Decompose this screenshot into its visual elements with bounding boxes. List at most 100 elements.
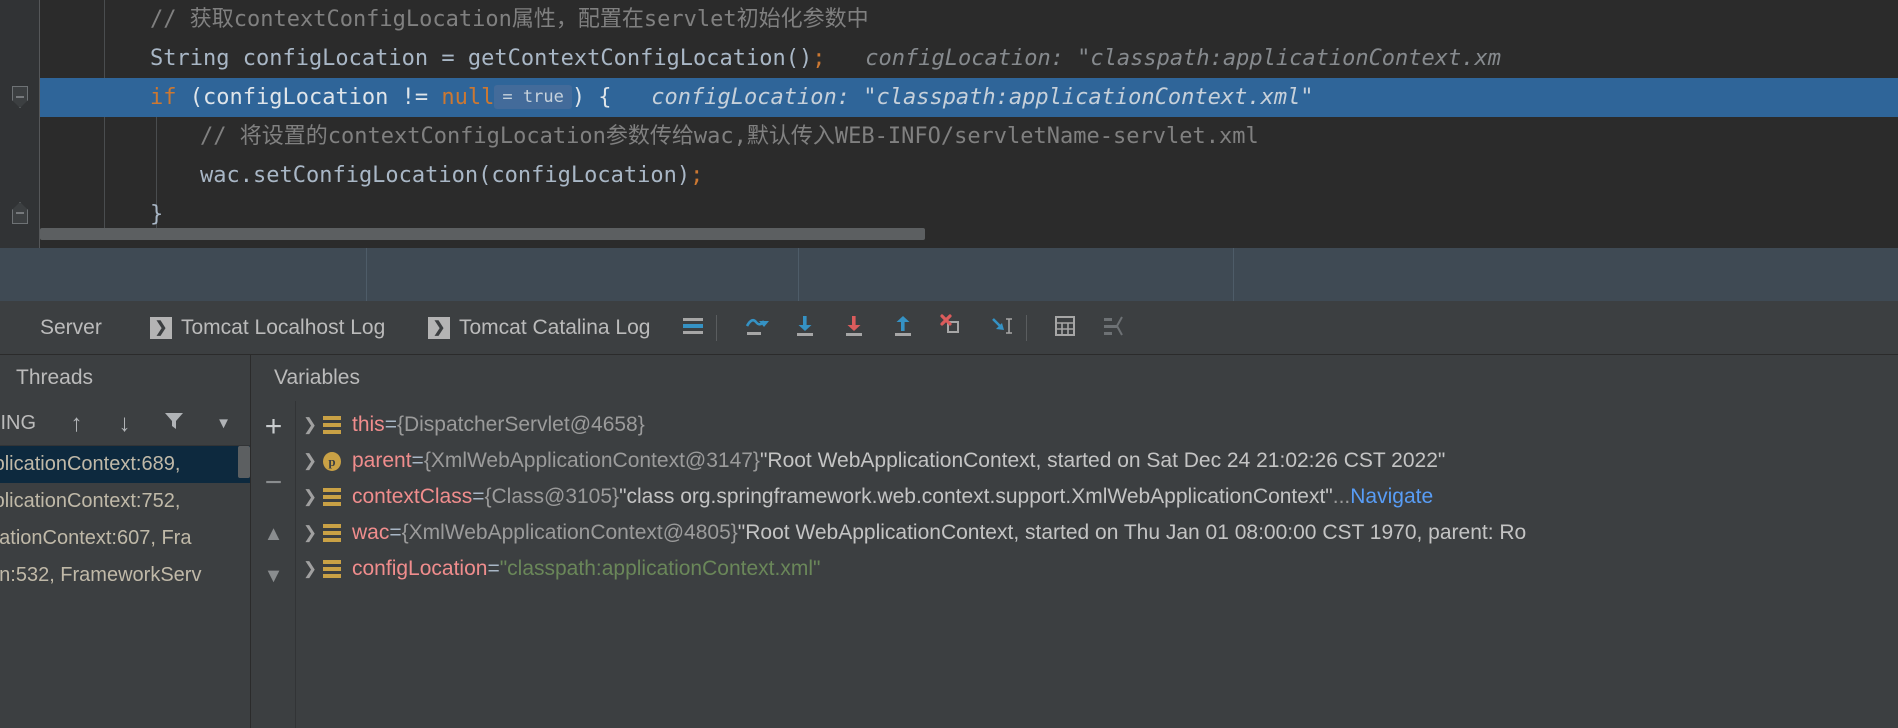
step-out-button[interactable] <box>886 311 920 345</box>
step-over-icon <box>743 313 769 344</box>
chevron-right-icon[interactable]: ❯ <box>297 451 323 471</box>
code-line-text: } <box>40 202 163 227</box>
variable-name: configLocation <box>352 557 488 580</box>
threads-panel-title: Threads <box>16 366 94 389</box>
code-line[interactable]: // 获取contextConfigLocation属性，配置在servlet初… <box>40 0 1898 39</box>
options-icon: ▼ <box>216 415 231 432</box>
idea-debugger-window: // 获取contextConfigLocation属性，配置在servlet初… <box>0 0 1898 728</box>
threads-vscrollbar-thumb[interactable] <box>238 446 250 478</box>
variable-equals: = <box>384 413 397 436</box>
code-token: configLocation: "classpath:applicationCo… <box>825 46 1502 71</box>
step-out-icon <box>890 313 916 344</box>
toolbar-separator <box>716 315 717 341</box>
step-over-button[interactable] <box>739 311 773 345</box>
frame-list[interactable]: bApplicationContext:689, bApplicationCon… <box>0 446 250 728</box>
chevron-right-icon[interactable]: ❯ <box>297 487 323 507</box>
editor-hscrollbar-thumb[interactable] <box>40 228 925 240</box>
field-icon <box>323 487 341 507</box>
code-token: ) { <box>571 85 612 110</box>
code-line[interactable]: wac.setConfigLocation(configLocation); <box>40 156 1898 195</box>
drop-frame-icon <box>939 313 965 344</box>
scroll-down-button[interactable]: ▼ <box>256 559 291 594</box>
move-down-button[interactable]: ↓ <box>108 407 141 440</box>
move-down-icon: ↓ <box>118 409 131 437</box>
move-up-button[interactable]: ↑ <box>60 407 93 440</box>
toolbar-separator <box>1026 315 1027 341</box>
threads-toolbar: NING ↑ ↓ ▼ <box>0 401 250 446</box>
variable-type: {Class@3105} <box>484 485 620 508</box>
code-token: // 获取contextConfigLocation属性，配置在servlet初… <box>150 7 869 32</box>
variable-value: "Root WebApplicationContext, started on … <box>759 449 1446 472</box>
code-token: (configLocation != <box>176 85 442 110</box>
chevron-right-icon[interactable]: ❯ <box>297 559 323 579</box>
code-line[interactable]: // 将设置的contextConfigLocation参数传给wac,默认传入… <box>40 117 1898 156</box>
inline-debug-value: = true <box>494 85 572 109</box>
show-execution-point-icon <box>1101 313 1127 344</box>
panel-headers: Threads Variables <box>0 355 1898 401</box>
debug-tab-tomcat-localhost-log[interactable]: ❯ Tomcat Localhost Log <box>150 301 385 355</box>
code-line-text: // 获取contextConfigLocation属性，配置在servlet初… <box>40 7 869 32</box>
variable-name: contextClass <box>352 485 473 508</box>
variable-name: parent <box>352 449 412 472</box>
field-icon <box>323 415 341 435</box>
force-step-into-button[interactable] <box>837 311 871 345</box>
parameter-icon: p <box>323 451 341 471</box>
editor-breadcrumb-strip <box>0 248 1898 301</box>
variable-value: "Root WebApplicationContext, started on … <box>737 521 1527 544</box>
navigate-link[interactable]: Navigate <box>1350 485 1433 509</box>
console-button[interactable] <box>676 311 710 345</box>
run-arrow-icon: ❯ <box>150 317 172 339</box>
variables-panel: + − ▲ ▼ ❯ this = {DispatcherServlet@4658} ❯ p p… <box>251 401 1898 728</box>
code-line[interactable]: String configLocation = getContextConfig… <box>40 39 1898 78</box>
step-into-icon <box>792 313 818 344</box>
code-line-text: wac.setConfigLocation(configLocation); <box>40 163 703 188</box>
debug-toolwindow-header: Server ❯ Tomcat Localhost Log ❯ Tomcat Catal… <box>0 301 1898 355</box>
variable-type: {DispatcherServlet@4658} <box>396 413 645 436</box>
run-to-cursor-button[interactable] <box>984 311 1018 345</box>
filter-button[interactable] <box>157 407 190 440</box>
variable-row[interactable]: ❯ contextClass = {Class@3105} "class org.… <box>297 479 1898 515</box>
frame-label: bApplicationContext:752, <box>0 490 181 512</box>
field-icon <box>323 559 341 579</box>
variable-name: wac <box>352 521 390 544</box>
code-token: ; <box>690 163 704 188</box>
options-button[interactable]: ▼ <box>207 407 240 440</box>
debug-tab-server[interactable]: Server <box>40 301 102 355</box>
code-line[interactable]: if (configLocation != null = true) { conf… <box>40 78 1898 117</box>
variable-row[interactable]: ❯ configLocation = "classpath:application… <box>297 551 1898 587</box>
code-line-text: String configLocation = getContextConfig… <box>40 46 1501 71</box>
debug-tab-label: Server <box>40 316 102 339</box>
editor-hscrollbar[interactable] <box>40 228 1898 240</box>
variable-ellipsis: ... <box>1332 485 1351 508</box>
run-arrow-icon: ❯ <box>428 317 450 339</box>
variable-row[interactable]: ❯ wac = {XmlWebApplicationContext@4805} "… <box>297 515 1898 551</box>
step-into-button[interactable] <box>788 311 822 345</box>
variable-value: "classpath:applicationContext.xml" <box>499 557 821 580</box>
code-token: ; <box>812 46 826 71</box>
drop-frame-button[interactable] <box>935 311 969 345</box>
strip-divider <box>798 248 799 301</box>
remove-watch-button[interactable]: − <box>256 465 291 500</box>
frame-list-item[interactable]: pplicationContext:607, Fra <box>0 520 250 557</box>
variable-equals: = <box>472 485 485 508</box>
code-token: wac.setConfigLocation(configLocation) <box>200 163 691 188</box>
add-watch-button[interactable]: + <box>256 409 291 444</box>
show-execution-point-button[interactable] <box>1097 311 1131 345</box>
evaluate-expression-icon <box>1052 313 1078 344</box>
variables-panel-title: Variables <box>274 366 360 389</box>
evaluate-expression-button[interactable] <box>1048 311 1082 345</box>
debug-tab-tomcat-catalina-log[interactable]: ❯ Tomcat Catalina Log <box>428 301 650 355</box>
code-editor: // 获取contextConfigLocation属性，配置在servlet初… <box>0 0 1898 248</box>
variable-row[interactable]: ❯ this = {DispatcherServlet@4658} <box>297 407 1898 443</box>
frame-list-item[interactable]: tBean:532, FrameworkServ <box>0 557 250 594</box>
code-line-text: // 将设置的contextConfigLocation参数传给wac,默认传入… <box>40 124 1259 149</box>
console-icon <box>680 313 706 344</box>
code-token: String configLocation = getContextConfig… <box>150 46 813 71</box>
scroll-up-button[interactable]: ▲ <box>256 517 291 552</box>
chevron-right-icon[interactable]: ❯ <box>297 415 323 435</box>
chevron-right-icon[interactable]: ❯ <box>297 523 323 543</box>
frame-list-item[interactable]: bApplicationContext:752, <box>0 483 250 520</box>
scroll-up-icon: ▲ <box>263 523 284 545</box>
variable-row[interactable]: ❯ p parent = {XmlWebApplicationContext@314… <box>297 443 1898 479</box>
frame-list-item[interactable]: bApplicationContext:689, <box>0 446 250 483</box>
